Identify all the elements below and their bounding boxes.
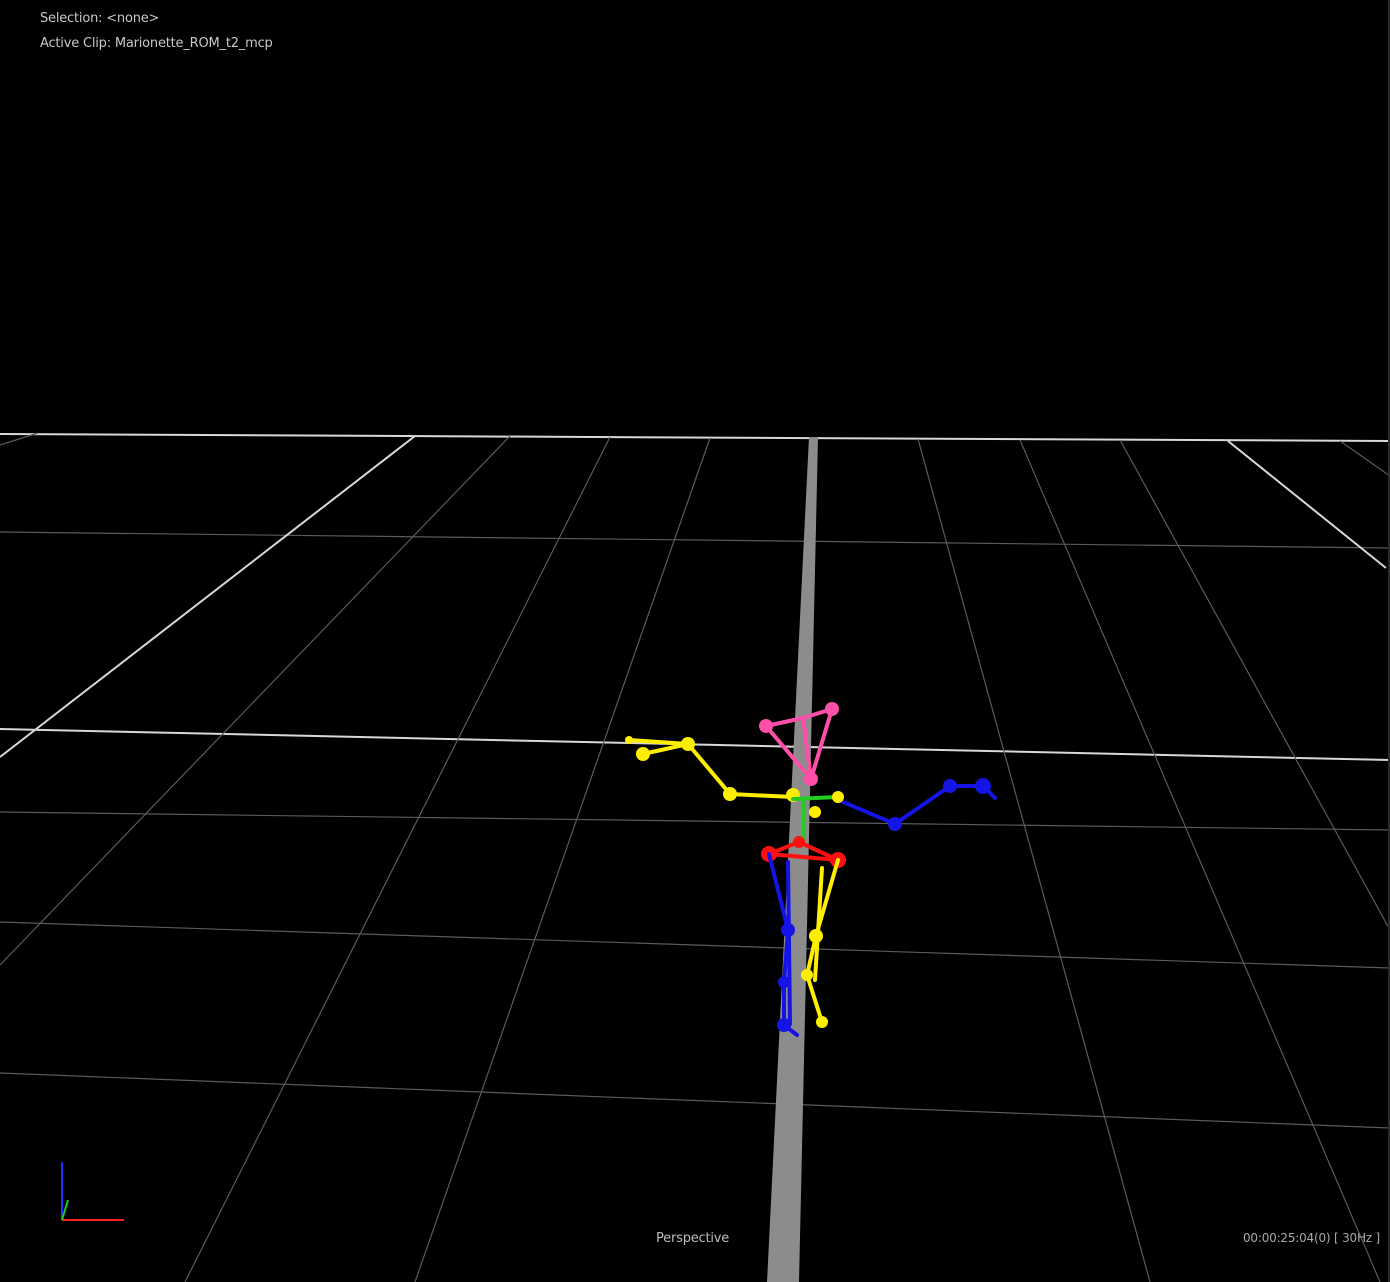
chest-joint — [809, 806, 821, 818]
right-hand-joint — [975, 778, 991, 794]
left-foot-joint — [816, 1016, 828, 1028]
right-leg-bone — [786, 860, 792, 1026]
left-elbow-joint — [723, 787, 737, 801]
grid-line-depth — [0, 435, 416, 758]
grid-line-horizontal — [0, 531, 1390, 549]
grid-line-depth — [0, 435, 511, 966]
timecode-readout: 00:00:25:04(0) [ 30Hz ] — [1242, 1231, 1380, 1245]
selection-readout: Selection: <none> — [40, 11, 159, 26]
active-clip-readout: Active Clip: Marionette_ROM_t2_mcp — [40, 36, 273, 51]
grid-line-horizontal — [0, 811, 1390, 831]
right-elbow-joint — [888, 817, 902, 831]
grid-line-depth — [1119, 439, 1390, 931]
left-wrist-joint — [681, 737, 695, 751]
right-arm-bone — [834, 784, 997, 826]
grid-line-depth — [1339, 440, 1390, 477]
neck-bone — [809, 707, 834, 781]
left-ankle-joint — [801, 969, 813, 981]
chest-joint — [832, 791, 844, 803]
grid-line-horizontal — [0, 433, 1390, 442]
grid-line-horizontal — [0, 1072, 1390, 1129]
axis-triad-icon — [61, 1162, 124, 1221]
left-finger-joint — [625, 736, 633, 744]
clip-label: Active Clip: — [40, 36, 111, 51]
chest-bone — [791, 795, 840, 801]
grid-line-depth — [1227, 440, 1387, 569]
right-wrist-joint — [943, 779, 957, 793]
clip-value: Marionette_ROM_t2_mcp — [114, 36, 273, 51]
left-hand-joint — [636, 747, 650, 761]
grid-line-depth — [1019, 439, 1381, 1282]
selection-label: Selection: — [40, 11, 103, 26]
scene-canvas[interactable] — [0, 0, 1390, 1282]
pelvis-joint — [793, 836, 805, 848]
right-foot-joint — [777, 1018, 791, 1032]
right-ankle-joint — [778, 976, 790, 988]
3d-viewport[interactable]: Selection: <none> Active Clip: Marionett… — [0, 0, 1390, 1282]
left-arm-bone — [627, 738, 795, 799]
neck-joint — [804, 772, 818, 786]
grid-line-horizontal — [0, 921, 1390, 969]
left-knee-joint — [809, 929, 823, 943]
ground-grid — [0, 432, 1390, 1282]
head-joint — [825, 702, 839, 716]
right-knee-joint — [781, 923, 795, 937]
head-joint — [759, 719, 773, 733]
selection-value: <none> — [106, 11, 160, 26]
grid-line-depth — [414, 437, 711, 1282]
camera-label[interactable]: Perspective — [656, 1231, 729, 1246]
grid-line-depth — [917, 438, 1151, 1282]
